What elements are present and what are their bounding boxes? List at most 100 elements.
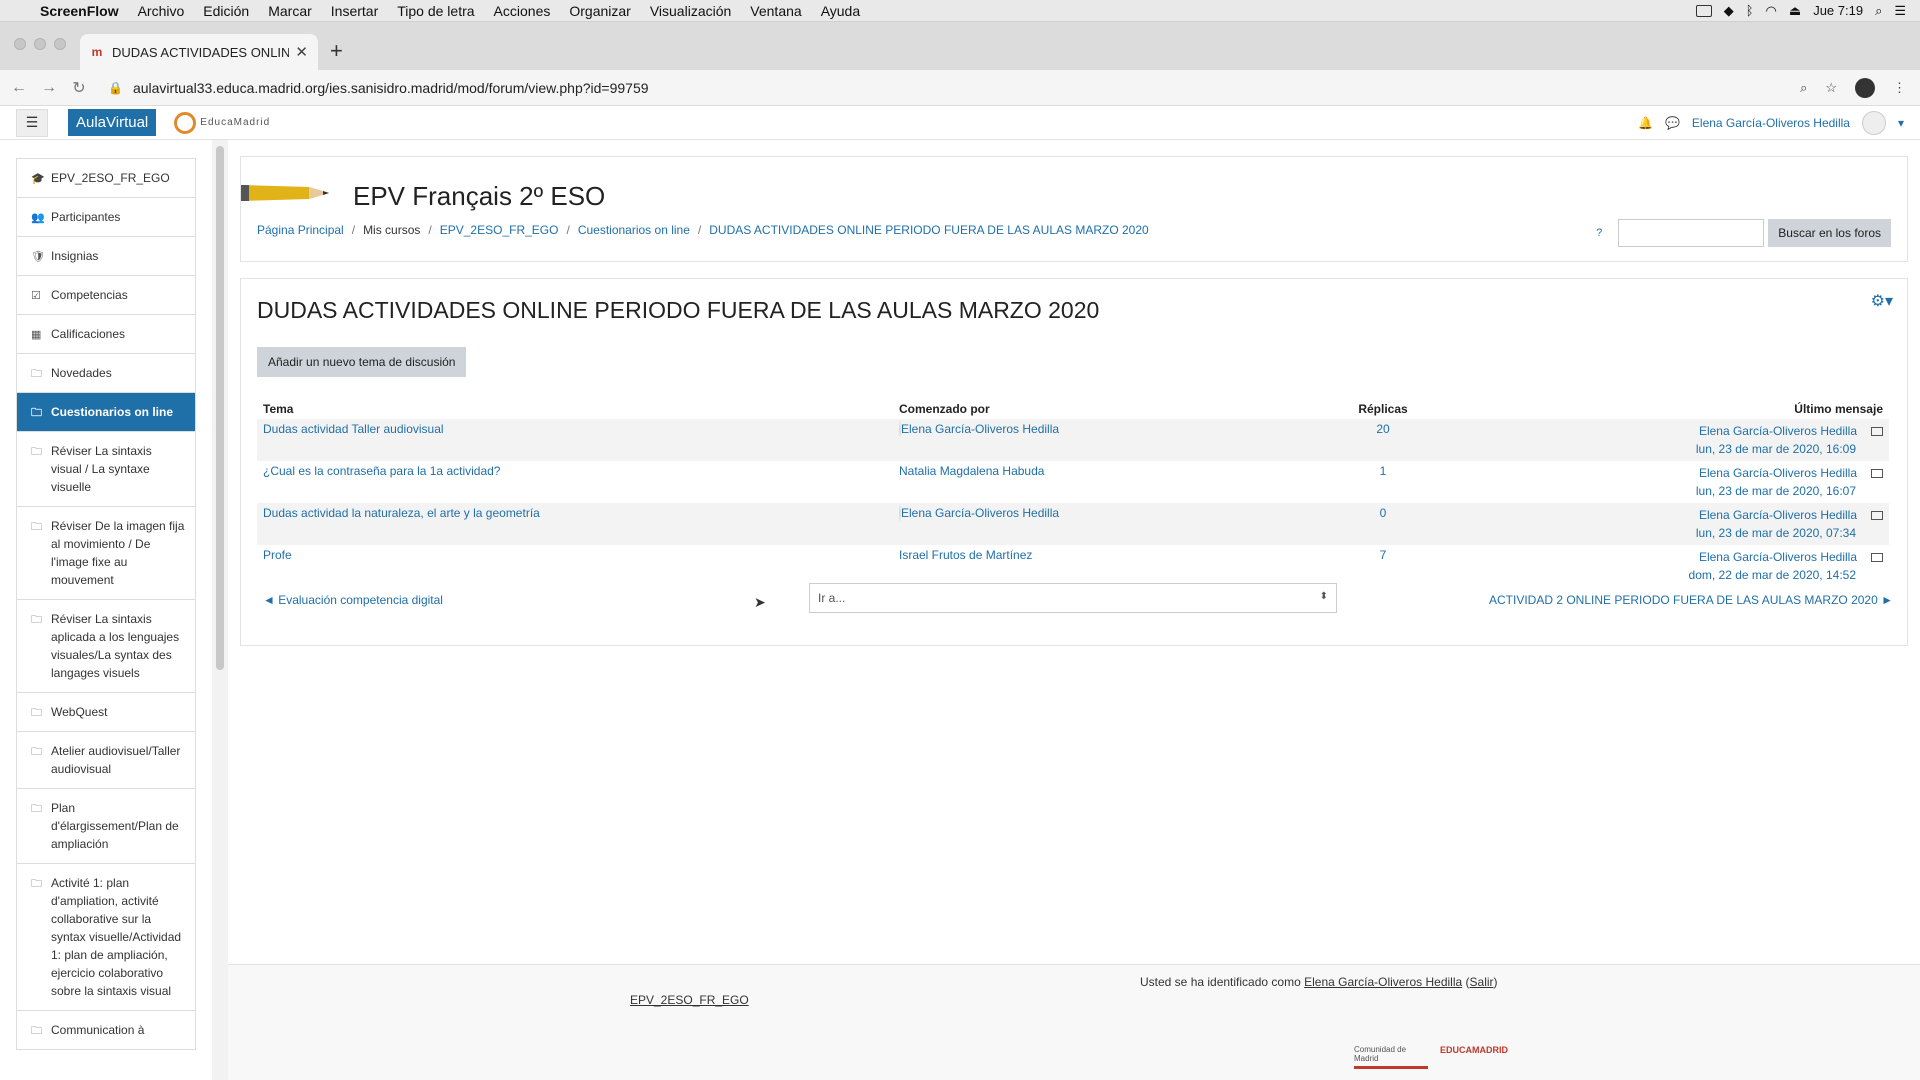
zoom-icon[interactable]: ⌕	[1800, 80, 1807, 96]
menu-insertar[interactable]: Insertar	[331, 3, 378, 19]
profile-avatar[interactable]	[1855, 77, 1875, 98]
dropbox-icon[interactable]: ◆	[1724, 3, 1734, 19]
footer-course-link[interactable]: EPV_2ESO_FR_EGO	[630, 993, 749, 1007]
column-started-by[interactable]: Comenzado por	[893, 399, 1313, 419]
browser-tab[interactable]: m DUDAS ACTIVIDADES ONLINE ✕	[80, 34, 318, 70]
messages-icon[interactable]: 💬	[1665, 116, 1680, 130]
sidebar-item[interactable]: 🗀 Atelier audiovisuel/Taller audiovisual	[16, 732, 196, 789]
sidebar-item[interactable]: 🗀 Communication à	[16, 1011, 196, 1050]
close-window-icon[interactable]	[14, 38, 26, 50]
forward-icon[interactable]: →	[38, 79, 60, 97]
add-discussion-button[interactable]: Añadir un nuevo tema de discusión	[257, 347, 467, 377]
replies-link[interactable]: 20	[1376, 422, 1389, 436]
hamburger-menu-icon[interactable]: ☰	[16, 108, 48, 137]
author-link[interactable]: Israel Frutos de Martínez	[899, 548, 1032, 562]
menu-acciones[interactable]: Acciones	[494, 3, 551, 19]
breadcrumb-section[interactable]: Cuestionarios on line	[578, 223, 690, 237]
sidebar-item[interactable]: ☑ Competencias	[16, 276, 196, 315]
educamadrid-logo[interactable]: EducaMadrid	[174, 111, 270, 134]
new-tab-icon[interactable]: +	[330, 38, 343, 64]
breadcrumb-forum[interactable]: DUDAS ACTIVIDADES ONLINE PERIODO FUERA D…	[709, 223, 1148, 237]
menu-ventana[interactable]: Ventana	[750, 3, 801, 19]
menu-visualizacion[interactable]: Visualización	[650, 3, 731, 19]
menu-archivo[interactable]: Archivo	[138, 3, 185, 19]
screen-record-icon[interactable]	[1695, 4, 1712, 17]
breadcrumb-course[interactable]: EPV_2ESO_FR_EGO	[440, 223, 559, 237]
menu-tipo-de-letra[interactable]: Tipo de letra	[397, 3, 474, 19]
sidebar-item[interactable]: 🗀 Plan d'élargissement/Plan de ampliación	[16, 789, 196, 864]
chevron-down-icon[interactable]: ▾	[1898, 116, 1904, 130]
menu-edicion[interactable]: Edición	[203, 3, 249, 19]
menu-organizar[interactable]: Organizar	[569, 3, 630, 19]
aulavirtual-brand[interactable]: AulaVirtual	[68, 109, 157, 136]
next-activity-link[interactable]: ACTIVIDAD 2 ONLINE PERIODO FUERA DE LAS …	[1489, 593, 1893, 607]
column-replies[interactable]: Réplicas	[1313, 399, 1453, 419]
replies-link[interactable]: 0	[1380, 506, 1387, 520]
reload-icon[interactable]: ↻	[68, 78, 90, 98]
last-post-date-link[interactable]: lun, 23 de mar de 2020, 16:07	[1696, 484, 1856, 498]
envelope-icon[interactable]	[1871, 511, 1883, 521]
author-link[interactable]: Elena García-Oliveros Hedilla	[901, 506, 1059, 520]
sidebar-item[interactable]: 🗀 Réviser La sintaxis aplicada a los leng…	[16, 600, 196, 693]
minimize-window-icon[interactable]	[34, 38, 46, 50]
replies-link[interactable]: 1	[1380, 464, 1387, 478]
topic-link[interactable]: Profe	[263, 548, 292, 562]
topic-link[interactable]: Dudas actividad la naturaleza, el arte y…	[263, 506, 540, 520]
sidebar-item[interactable]: 👥 Participantes	[16, 198, 196, 237]
column-last-post[interactable]: Último mensaje	[1453, 399, 1889, 419]
help-icon[interactable]: ?	[1596, 227, 1602, 239]
user-avatar[interactable]	[1861, 110, 1886, 135]
author-link[interactable]: Natalia Magdalena Habuda	[899, 464, 1044, 478]
sidebar-item[interactable]: 🗀 Novedades	[16, 354, 196, 393]
sidebar-scrollbar[interactable]	[216, 146, 224, 670]
column-topic[interactable]: Tema	[257, 399, 893, 419]
sidebar-item[interactable]: 🗀 Réviser La sintaxis visual / La syntaxe…	[16, 432, 196, 507]
bell-icon[interactable]: 🔔	[1638, 116, 1653, 130]
close-tab-icon[interactable]: ✕	[295, 43, 308, 61]
menu-ayuda[interactable]: Ayuda	[821, 3, 860, 19]
eject-icon[interactable]: ⏏	[1789, 3, 1801, 19]
sidebar-item[interactable]: 🗀 Activité 1: plan d'ampliation, activité…	[16, 864, 196, 1011]
browser-menu-icon[interactable]: ⋮	[1893, 80, 1906, 96]
last-post-date-link[interactable]: lun, 23 de mar de 2020, 16:09	[1696, 442, 1856, 456]
last-author-link[interactable]: Elena García-Oliveros Hedilla	[1699, 424, 1857, 438]
sidebar-item[interactable]: 🎓 EPV_2ESO_FR_EGO	[16, 158, 196, 198]
author-link[interactable]: Elena García-Oliveros Hedilla	[901, 422, 1059, 436]
gear-icon[interactable]: ⚙▾	[1871, 291, 1893, 311]
last-author-link[interactable]: Elena García-Oliveros Hedilla	[1699, 550, 1857, 564]
sidebar-item[interactable]: 🗀 Cuestionarios on line	[16, 393, 196, 432]
jump-to-select[interactable]: Ir a... ⬍	[809, 583, 1337, 613]
bluetooth-icon[interactable]: ᛒ	[1746, 3, 1754, 18]
notification-center-icon[interactable]: ☰	[1894, 3, 1906, 19]
last-post-date-link[interactable]: dom, 22 de mar de 2020, 14:52	[1689, 568, 1856, 582]
breadcrumb-home[interactable]: Página Principal	[257, 223, 344, 237]
previous-activity-link[interactable]: ◄ Evaluación competencia digital	[263, 593, 443, 607]
last-post-date-link[interactable]: lun, 23 de mar de 2020, 07:34	[1696, 526, 1856, 540]
url-field[interactable]: 🔒 aulavirtual33.educa.madrid.org/ies.san…	[108, 80, 649, 96]
menu-marcar[interactable]: Marcar	[268, 3, 312, 19]
spotlight-icon[interactable]: ⌕	[1875, 3, 1882, 19]
sidebar-item[interactable]: 🗀 Réviser De la imagen fija al movimiento…	[16, 507, 196, 600]
search-forums-button[interactable]: Buscar en los foros	[1768, 219, 1891, 247]
footer-user-link[interactable]: Elena García-Oliveros Hedilla	[1304, 975, 1462, 989]
bookmark-star-icon[interactable]: ☆	[1825, 80, 1837, 96]
replies-link[interactable]: 7	[1380, 548, 1387, 562]
logout-link[interactable]: Salir	[1470, 975, 1494, 989]
clock[interactable]: Jue 7:19	[1813, 3, 1863, 18]
envelope-icon[interactable]	[1871, 427, 1883, 437]
forum-search-input[interactable]	[1618, 219, 1765, 247]
maximize-window-icon[interactable]	[54, 38, 66, 50]
last-author-link[interactable]: Elena García-Oliveros Hedilla	[1699, 508, 1857, 522]
sidebar-item[interactable]: 🗀 WebQuest	[16, 693, 196, 732]
user-name[interactable]: Elena García-Oliveros Hedilla	[1692, 116, 1850, 130]
menu-app[interactable]: ScreenFlow	[40, 3, 119, 19]
back-icon[interactable]: ←	[8, 79, 30, 97]
sidebar-item[interactable]: ▦ Calificaciones	[16, 315, 196, 354]
envelope-icon[interactable]	[1871, 469, 1883, 479]
envelope-icon[interactable]	[1871, 553, 1883, 563]
wifi-icon[interactable]: ◠	[1766, 3, 1777, 19]
topic-link[interactable]: ¿Cual es la contraseña para la 1a activi…	[263, 464, 500, 478]
topic-link[interactable]: Dudas actividad Taller audiovisual	[263, 422, 444, 436]
sidebar-item[interactable]: 🛡 Insignias	[16, 237, 196, 276]
last-author-link[interactable]: Elena García-Oliveros Hedilla	[1699, 466, 1857, 480]
